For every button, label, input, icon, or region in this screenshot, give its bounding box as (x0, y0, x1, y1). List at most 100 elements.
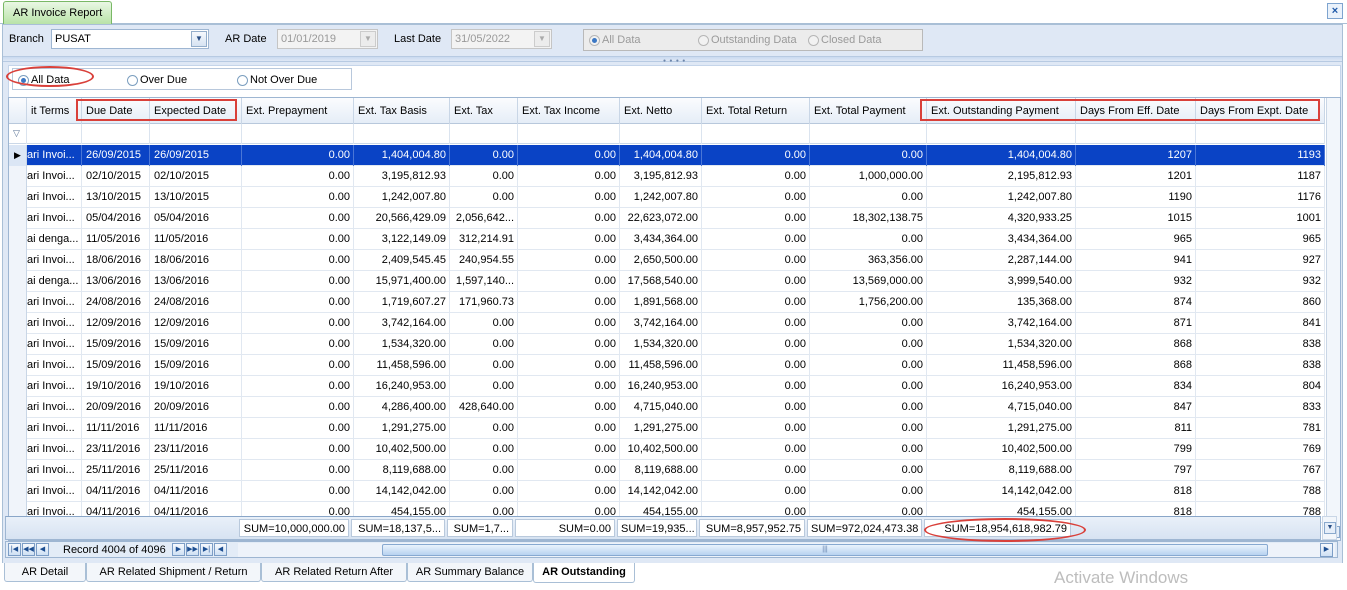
table-cell[interactable]: 3,195,812.93 (354, 166, 450, 187)
table-cell[interactable]: 0.00 (702, 418, 810, 439)
row-indicator[interactable] (9, 397, 27, 418)
table-cell[interactable]: 0.00 (518, 481, 620, 502)
table-cell[interactable]: 0.00 (518, 313, 620, 334)
table-cell[interactable]: 0.00 (242, 418, 354, 439)
table-cell[interactable]: 0.00 (450, 166, 518, 187)
close-icon[interactable]: × (1327, 3, 1343, 19)
table-cell[interactable]: 0.00 (702, 439, 810, 460)
table-cell[interactable]: 0.00 (518, 460, 620, 481)
table-cell[interactable]: ari Invoi... (27, 376, 82, 397)
table-cell[interactable]: 3,434,364.00 (620, 229, 702, 250)
row-pointer-icon[interactable]: ▶ (9, 145, 27, 166)
table-cell[interactable]: 0.00 (702, 334, 810, 355)
table-cell[interactable]: 11,458,596.00 (620, 355, 702, 376)
table-cell[interactable]: 0.00 (242, 439, 354, 460)
table-cell[interactable]: 10,402,500.00 (620, 439, 702, 460)
table-cell[interactable]: 0.00 (450, 355, 518, 376)
table-cell[interactable]: 0.00 (242, 166, 354, 187)
filter-cell[interactable] (620, 124, 702, 144)
table-cell[interactable]: ari Invoi... (27, 460, 82, 481)
table-cell[interactable]: 23/11/2016 (150, 439, 242, 460)
row-indicator[interactable] (9, 271, 27, 292)
table-cell[interactable]: 941 (1076, 250, 1196, 271)
table-cell[interactable]: ari Invoi... (27, 355, 82, 376)
table-cell[interactable]: 0.00 (810, 418, 927, 439)
table-cell[interactable]: 3,434,364.00 (927, 229, 1076, 250)
table-cell[interactable]: 23/11/2016 (82, 439, 150, 460)
table-cell[interactable]: 1015 (1076, 208, 1196, 229)
table-row[interactable]: ari Invoi... 15/09/2016 15/09/2016 0.00 1,53… (9, 334, 1325, 355)
table-cell[interactable]: 0.00 (450, 439, 518, 460)
table-cell[interactable]: 0.00 (450, 313, 518, 334)
tab-ar-related-shipment-return[interactable]: AR Related Shipment / Return (86, 563, 261, 582)
filter-cell[interactable] (927, 124, 1076, 144)
table-cell[interactable]: 12/09/2016 (82, 313, 150, 334)
table-cell[interactable]: 0.00 (810, 397, 927, 418)
table-cell[interactable]: 0.00 (242, 460, 354, 481)
table-row[interactable]: ari Invoi... 11/11/2016 11/11/2016 0.00 1,29… (9, 418, 1325, 439)
table-row[interactable]: ai denga... 11/05/2016 11/05/2016 0.00 3,122… (9, 229, 1325, 250)
filter-cell[interactable] (702, 124, 810, 144)
tab-ar-outstanding[interactable]: AR Outstanding (533, 563, 635, 583)
table-cell[interactable]: 0.00 (810, 481, 927, 502)
table-cell[interactable]: 26/09/2015 (82, 145, 150, 166)
table-cell[interactable]: 16,240,953.00 (354, 376, 450, 397)
table-cell[interactable]: 26/09/2015 (150, 145, 242, 166)
table-cell[interactable]: ai denga... (27, 229, 82, 250)
table-cell[interactable]: 24/08/2016 (82, 292, 150, 313)
table-cell[interactable]: 19/10/2016 (82, 376, 150, 397)
table-cell[interactable]: 0.00 (242, 376, 354, 397)
branch-combo[interactable]: PUSAT ▼ (51, 29, 209, 49)
table-cell[interactable]: 833 (1196, 397, 1325, 418)
table-cell[interactable]: 1,291,275.00 (927, 418, 1076, 439)
table-cell[interactable]: 1,404,004.80 (620, 145, 702, 166)
table-cell[interactable]: 1001 (1196, 208, 1325, 229)
table-cell[interactable]: 0.00 (702, 481, 810, 502)
table-cell[interactable]: 12/09/2016 (150, 313, 242, 334)
table-cell[interactable]: 0.00 (242, 313, 354, 334)
splitter[interactable]: ● ● ● ● (3, 56, 1342, 64)
table-cell[interactable]: ari Invoi... (27, 292, 82, 313)
table-cell[interactable]: 0.00 (242, 271, 354, 292)
table-cell[interactable]: 0.00 (810, 355, 927, 376)
table-row[interactable]: ari Invoi... 02/10/2015 02/10/2015 0.00 3,19… (9, 166, 1325, 187)
table-row[interactable]: ari Invoi... 20/09/2016 20/09/2016 0.00 4,28… (9, 397, 1325, 418)
table-cell[interactable]: 18/06/2016 (150, 250, 242, 271)
table-cell[interactable]: 0.00 (242, 208, 354, 229)
table-cell[interactable]: 2,409,545.45 (354, 250, 450, 271)
table-cell[interactable]: 0.00 (242, 355, 354, 376)
table-cell[interactable]: 22,623,072.00 (620, 208, 702, 229)
table-row[interactable]: ari Invoi... 05/04/2016 05/04/2016 0.00 20,5… (9, 208, 1325, 229)
table-cell[interactable]: 04/11/2016 (150, 481, 242, 502)
table-cell[interactable]: 1,534,320.00 (354, 334, 450, 355)
filter-cell[interactable] (518, 124, 620, 144)
table-cell[interactable]: 0.00 (518, 271, 620, 292)
column-header[interactable]: it Terms (27, 98, 82, 124)
table-cell[interactable]: 4,715,040.00 (620, 397, 702, 418)
table-cell[interactable]: 838 (1196, 334, 1325, 355)
table-cell[interactable]: 0.00 (810, 145, 927, 166)
table-cell[interactable]: 932 (1076, 271, 1196, 292)
table-cell[interactable]: 15/09/2016 (82, 355, 150, 376)
data-grid[interactable]: it Terms Due Date Expected Date Ext. Prepay… (8, 97, 1341, 541)
table-cell[interactable]: 1,242,007.80 (620, 187, 702, 208)
table-cell[interactable]: 0.00 (702, 208, 810, 229)
tab-ar-related-return-after[interactable]: AR Related Return After (261, 563, 407, 582)
table-cell[interactable]: 0.00 (702, 376, 810, 397)
table-cell[interactable]: 0.00 (702, 397, 810, 418)
table-cell[interactable]: 04/11/2016 (82, 481, 150, 502)
table-cell[interactable]: 0.00 (242, 397, 354, 418)
filter-cell[interactable] (810, 124, 927, 144)
nav-next-page-icon[interactable]: ▶▶ (186, 543, 199, 556)
row-indicator[interactable] (9, 208, 27, 229)
table-cell[interactable]: 25/11/2016 (82, 460, 150, 481)
table-cell[interactable]: 14,142,042.00 (354, 481, 450, 502)
table-cell[interactable]: 0.00 (450, 376, 518, 397)
table-cell[interactable]: 0.00 (702, 271, 810, 292)
table-cell[interactable]: 0.00 (450, 481, 518, 502)
nav-prev-icon[interactable]: ◀ (36, 543, 49, 556)
table-cell[interactable]: 8,119,688.00 (927, 460, 1076, 481)
table-cell[interactable]: 1,534,320.00 (927, 334, 1076, 355)
table-cell[interactable]: 1,891,568.00 (620, 292, 702, 313)
table-cell[interactable]: 240,954.55 (450, 250, 518, 271)
